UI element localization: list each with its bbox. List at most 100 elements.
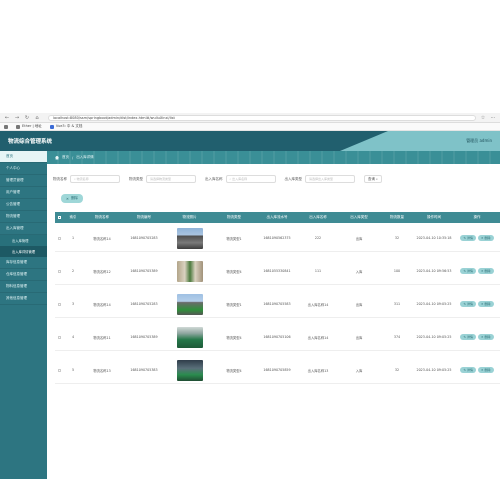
cell-time: 2023-04-10 09:05:25 <box>416 301 452 306</box>
table-header: 索引 物流名称 物流编号 物流照片 物流类型 出入库流水号 出入库名称 出入库类… <box>55 212 500 223</box>
star-icon[interactable]: ☆ <box>480 115 486 121</box>
cell-serial: 1681090705859 <box>263 368 291 372</box>
browser-toolbar: ← → ↻ ⌂ localhost:8080/ssm/springboot/ad… <box>0 113 500 123</box>
cell-photo <box>167 227 212 249</box>
cell-index: 1 <box>71 236 75 240</box>
url-bar[interactable]: localhost:8080/ssm/springboot/admin/dist… <box>48 114 476 121</box>
cell-index: 4 <box>71 335 75 339</box>
reload-icon[interactable]: ↻ <box>24 115 30 121</box>
cell-photo <box>167 359 212 381</box>
cell-io-type: 出库 <box>355 335 363 340</box>
menu-icon[interactable]: ⋯ <box>490 115 496 121</box>
logistics-photo[interactable] <box>176 326 203 348</box>
select-all-checkbox[interactable] <box>55 216 63 219</box>
row-checkbox[interactable] <box>55 302 63 306</box>
forward-icon[interactable]: → <box>14 115 20 121</box>
batch-delete-button[interactable]: ✕ 删除 <box>61 194 83 203</box>
delete-label: 删除 <box>484 236 491 240</box>
detail-button[interactable]: ✎ 详情 <box>460 334 476 340</box>
cell-io-name: 出入库名称14 <box>307 335 329 340</box>
logistics-photo[interactable] <box>176 227 203 249</box>
sidebar-item-label: 出入库管理 <box>12 239 29 243</box>
sidebar-item-other[interactable]: 其他信息管理 <box>0 293 47 305</box>
detail-button[interactable]: ✎ 详情 <box>460 268 476 274</box>
delete-button[interactable]: ✕ 删除 <box>478 301 494 307</box>
inout-type-select[interactable]: 请选择出入库类型 <box>305 175 355 183</box>
home-icon[interactable]: ⌂ <box>34 115 40 121</box>
detail-icon: ✎ <box>463 236 466 240</box>
sidebar-item-label: 管理员管理 <box>6 178 24 182</box>
cell-code: 1681090705383 <box>130 368 158 372</box>
detail-button[interactable]: ✎ 详情 <box>460 235 476 241</box>
delete-button[interactable]: ✕ 删除 <box>478 268 494 274</box>
col-header: 出入库类型 <box>350 215 368 219</box>
detail-icon: ✎ <box>463 368 466 372</box>
sidebar-item-admin[interactable]: 管理员管理 <box>0 175 47 187</box>
bookmark-item[interactable]: Vue3: 中 & 文档 <box>49 124 82 129</box>
cell-time: 2023-04-10 09:05:25 <box>416 367 452 372</box>
sidebar-item-warehouse[interactable]: 仓库信息管理 <box>0 269 47 281</box>
page-footer-blank <box>0 479 500 500</box>
row-checkbox[interactable] <box>55 335 63 339</box>
sidebar-item-logistics[interactable]: 物流管理 <box>0 211 47 223</box>
detail-button[interactable]: ✎ 详情 <box>460 301 476 307</box>
cell-actions: ✎ 详情 ✕ 删除 <box>454 235 500 241</box>
sidebar-item-stock[interactable]: 库存信息管理 <box>0 257 47 269</box>
sidebar-item-label: 库存信息管理 <box>6 260 27 264</box>
trash-icon: ✕ <box>481 368 484 372</box>
trash-icon: ✕ <box>481 269 484 273</box>
cell-type: 物流类型4 <box>226 335 242 340</box>
sidebar-item-notices[interactable]: 公告管理 <box>0 199 47 211</box>
delete-button[interactable]: ✕ 删除 <box>478 367 494 373</box>
sidebar-subitem-inout-detail[interactable]: 出入库详情管理 <box>0 246 47 257</box>
cell-type: 物流类型4 <box>226 269 242 274</box>
cell-time: 2023-04-10 09:56:53 <box>416 268 452 273</box>
placeholder: 物流名称 <box>76 177 89 181</box>
cell-serial: 1681090705583 <box>263 302 291 306</box>
delete-label: 删除 <box>70 196 78 200</box>
sidebar-item-profile[interactable]: 个人中心 <box>0 163 47 175</box>
breadcrumb-home[interactable]: 首页 <box>62 155 69 160</box>
logistics-name-input[interactable]: ⌕ 物流名称 <box>70 175 120 183</box>
cell-index: 3 <box>71 302 75 306</box>
row-checkbox[interactable] <box>55 236 63 240</box>
delete-button[interactable]: ✕ 删除 <box>478 235 494 241</box>
logistics-photo[interactable] <box>176 260 203 282</box>
back-icon[interactable]: ← <box>4 115 10 121</box>
sidebar-item-users[interactable]: 用户管理 <box>0 187 47 199</box>
detail-label: 详情 <box>466 269 473 273</box>
cell-actions: ✎ 详情 ✕ 删除 <box>454 334 500 340</box>
row-checkbox[interactable] <box>55 368 63 372</box>
sidebar-item-material[interactable]: 物料信息管理 <box>0 281 47 293</box>
placeholder: 请选择物流类型 <box>150 177 172 181</box>
table-row: 4 物流名称11 1681090705389 物流类型4 16810907051… <box>55 324 500 351</box>
sidebar-subitem-inout[interactable]: 出入库管理 <box>0 235 47 246</box>
table-row: 1 物流名称14 1681090705283 物流类型1 16810905623… <box>55 225 500 252</box>
inout-name-input[interactable]: ⌕ 出入库名称 <box>225 175 276 183</box>
bookmark-item[interactable]: Ether | 地址 <box>16 124 42 129</box>
user-menu[interactable]: 管理员 admin <box>466 138 492 144</box>
search-label: 物流名称 <box>53 176 67 181</box>
sidebar-item-inout[interactable]: 出入库管理 <box>0 223 47 235</box>
cell-time: 2023-04-10 09:05:25 <box>416 334 452 339</box>
placeholder: 请选择出入库类型 <box>309 177 334 181</box>
placeholder: 出入库名称 <box>232 177 248 181</box>
apps-icon[interactable] <box>4 124 8 129</box>
cell-io-name: 111 <box>314 269 322 273</box>
delete-button[interactable]: ✕ 删除 <box>478 334 494 340</box>
cell-io-type: 出库 <box>355 302 363 307</box>
logistics-type-select[interactable]: 请选择物流类型 <box>146 175 196 183</box>
sidebar-item-home[interactable]: 首页 <box>0 151 47 163</box>
detail-label: 详情 <box>466 302 473 306</box>
detail-button[interactable]: ✎ 详情 <box>460 367 476 373</box>
search-button[interactable]: 查询 ⌕ <box>364 175 382 183</box>
url-text: localhost:8080/ssm/springboot/admin/dist… <box>53 115 175 120</box>
logistics-photo[interactable] <box>176 293 203 315</box>
app-header: 物流综合管理系统 管理员 admin <box>0 131 500 151</box>
search-icon: ⌕ <box>376 177 378 181</box>
row-checkbox[interactable] <box>55 269 63 273</box>
col-header: 操作 <box>473 215 481 219</box>
bookmarks-bar: Ether | 地址 Vue3: 中 & 文档 <box>0 123 500 131</box>
trash-icon: ✕ <box>481 236 484 240</box>
logistics-photo[interactable] <box>176 359 203 381</box>
